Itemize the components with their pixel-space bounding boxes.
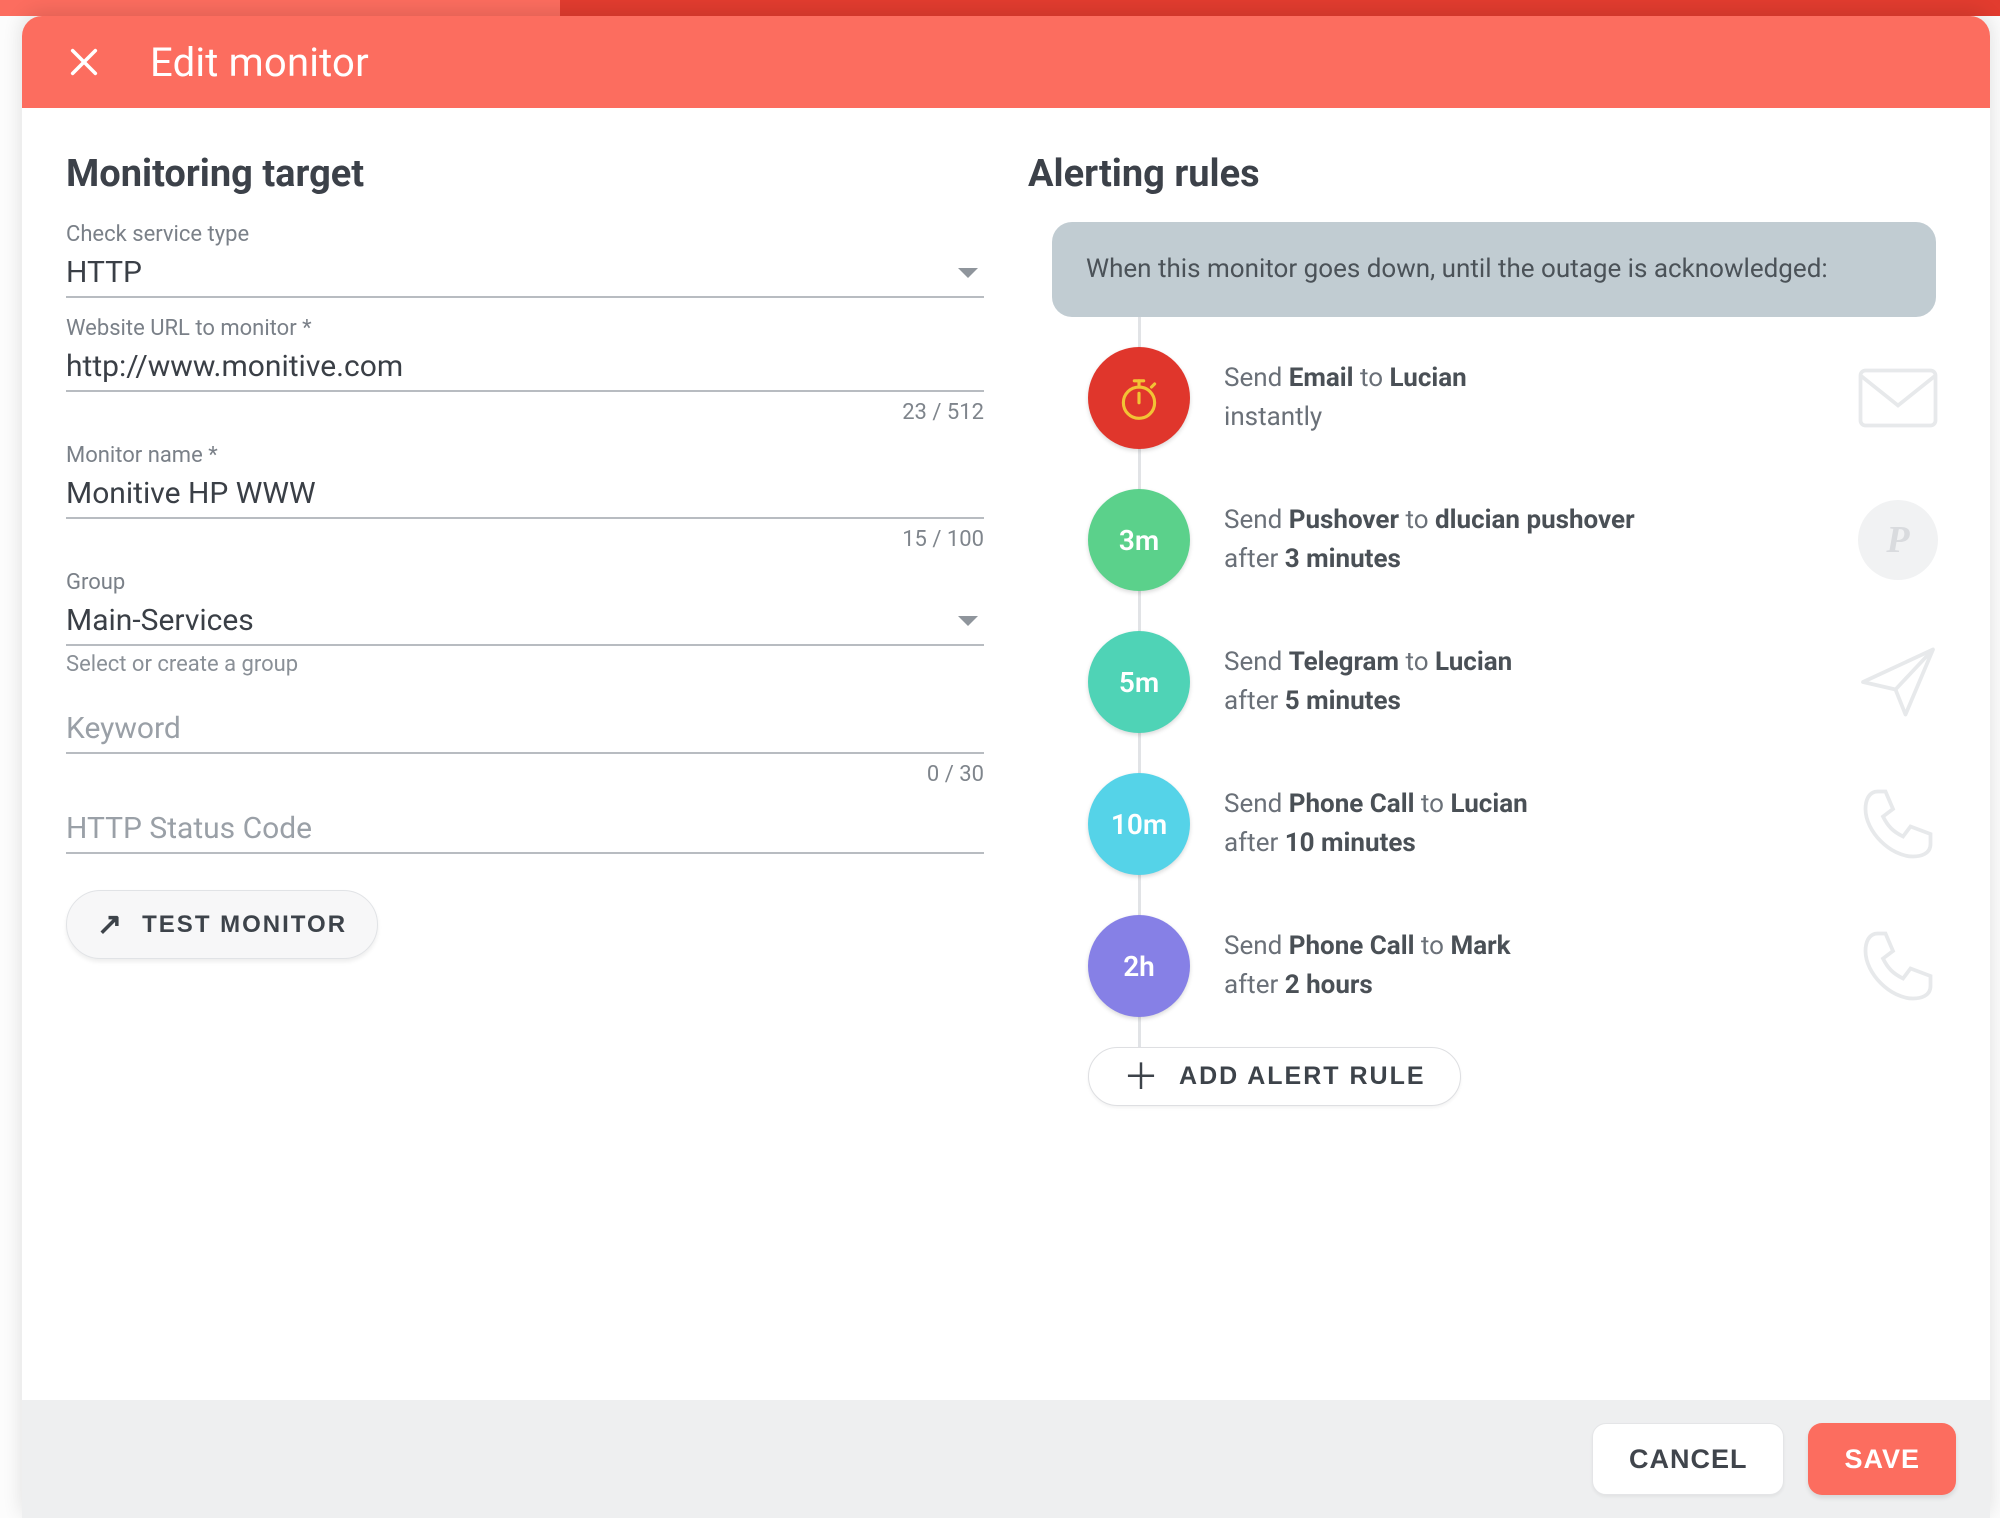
input-url[interactable] <box>66 349 984 384</box>
keyword-char-counter: 0 / 30 <box>66 762 984 787</box>
alert-rule[interactable]: 5m Send Telegram to Lucianafter 5 minutes <box>1088 611 1946 753</box>
mail-icon <box>1850 358 1946 438</box>
dialog-body: Monitoring target Check service type HTT… <box>22 108 1990 1400</box>
url-char-counter: 23 / 512 <box>66 400 984 425</box>
alert-rule-text: Send Pushover to dlucian pushoverafter 3… <box>1224 501 1816 579</box>
alert-rule-text: Send Email to Lucianinstantly <box>1224 359 1816 437</box>
alert-rule[interactable]: Send Email to Lucianinstantly <box>1088 327 1946 469</box>
input-status-code[interactable] <box>66 811 984 846</box>
edit-monitor-dialog: Edit monitor Monitoring target Check ser… <box>22 16 1990 1518</box>
field-url: Website URL to monitor * 23 / 512 <box>66 316 984 425</box>
label-service-type: Check service type <box>66 222 984 247</box>
label-monitor-name: Monitor name * <box>66 443 984 468</box>
select-service-type[interactable]: HTTP <box>66 249 984 298</box>
cancel-button-label: CANCEL <box>1629 1444 1748 1475</box>
alert-rule[interactable]: 3m Send Pushover to dlucian pushoverafter… <box>1088 469 1946 611</box>
stopwatch-icon <box>1088 347 1190 449</box>
phone-icon <box>1850 926 1946 1006</box>
add-alert-rule-button-label: ADD ALERT RULE <box>1179 1062 1426 1091</box>
select-service-type-value: HTTP <box>66 255 958 290</box>
alert-rule[interactable]: 10m Send Phone Call to Lucianafter 10 min… <box>1088 753 1946 895</box>
paperplane-icon <box>1850 642 1946 722</box>
alerting-rules-section: Alerting rules When this monitor goes do… <box>1028 152 1946 1380</box>
section-title-monitoring: Monitoring target <box>66 152 984 196</box>
test-monitor-button[interactable]: ↗ TEST MONITOR <box>66 890 378 959</box>
name-char-counter: 15 / 100 <box>66 527 984 552</box>
delay-badge: 3m <box>1088 489 1190 591</box>
test-monitor-button-label: TEST MONITOR <box>142 911 347 939</box>
alert-info-box: When this monitor goes down, until the o… <box>1052 222 1936 317</box>
chevron-down-icon <box>958 616 978 626</box>
alert-rule-text: Send Phone Call to Lucianafter 10 minute… <box>1224 785 1816 863</box>
section-title-alerting: Alerting rules <box>1028 152 1946 196</box>
chevron-down-icon <box>958 268 978 278</box>
label-url: Website URL to monitor * <box>66 316 984 341</box>
dialog-title: Edit monitor <box>150 39 369 86</box>
dialog-footer: CANCEL SAVE <box>22 1400 1990 1518</box>
input-monitor-name[interactable] <box>66 476 984 511</box>
alert-timeline: Send Email to Lucianinstantly 3m Send Push… <box>1088 317 1946 1106</box>
close-icon[interactable] <box>62 40 106 84</box>
monitoring-target-section: Monitoring target Check service type HTT… <box>66 152 984 1380</box>
alert-rule-text: Send Phone Call to Markafter 2 hours <box>1224 927 1816 1005</box>
arrow-up-right-icon: ↗ <box>97 907 124 942</box>
alert-rule-text: Send Telegram to Lucianafter 5 minutes <box>1224 643 1816 721</box>
input-keyword[interactable] <box>66 711 984 746</box>
save-button-label: SAVE <box>1844 1444 1920 1475</box>
field-keyword: 0 / 30 <box>66 705 984 787</box>
field-status-code <box>66 805 984 854</box>
dialog-header: Edit monitor <box>22 16 1990 108</box>
phone-icon <box>1850 784 1946 864</box>
delay-badge: 10m <box>1088 773 1190 875</box>
group-helper-text: Select or create a group <box>66 652 984 677</box>
label-group: Group <box>66 570 984 595</box>
alert-rule[interactable]: 2h Send Phone Call to Markafter 2 hours <box>1088 895 1946 1037</box>
field-service-type: Check service type HTTP <box>66 222 984 298</box>
delay-badge: 2h <box>1088 915 1190 1017</box>
field-monitor-name: Monitor name * 15 / 100 <box>66 443 984 552</box>
pushover-icon: P <box>1850 500 1946 580</box>
select-group-value: Main-Services <box>66 603 958 638</box>
delay-badge: 5m <box>1088 631 1190 733</box>
cancel-button[interactable]: CANCEL <box>1592 1423 1785 1495</box>
save-button[interactable]: SAVE <box>1808 1423 1956 1495</box>
field-group: Group Main-Services Select or create a g… <box>66 570 984 677</box>
add-alert-rule-button[interactable]: ＋ ADD ALERT RULE <box>1088 1047 1461 1106</box>
select-group[interactable]: Main-Services <box>66 597 984 646</box>
